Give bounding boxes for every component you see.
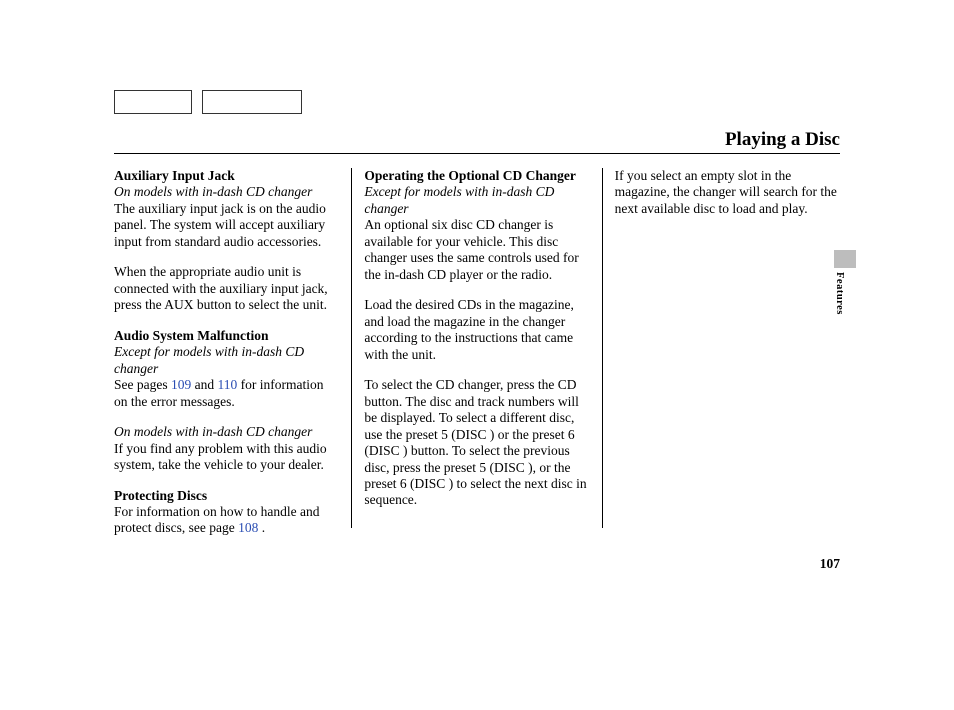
aux-jack-heading: Auxiliary Input Jack [114,168,339,184]
empty-slot-para: If you select an empty slot in the magaz… [615,168,840,217]
side-tab-features: Features [834,250,856,314]
optional-changer-heading: Operating the Optional CD Changer [364,168,589,184]
side-tab-block [834,250,856,268]
malfunction-para-2: If you find any problem with this audio … [114,441,339,474]
page-link-110[interactable]: 110 [217,377,237,392]
title-row: Playing a Disc [114,123,840,154]
page-number: 107 [820,556,840,572]
column-3: If you select an empty slot in the magaz… [602,168,840,528]
side-tab-label: Features [834,272,845,315]
content-columns: Auxiliary Input Jack On models with in-d… [114,168,840,528]
header-ghost-box-1 [114,90,192,114]
malfunction-heading: Audio System Malfunction [114,328,339,344]
optional-changer-note: Except for models with in-dash CD change… [364,184,589,217]
optional-changer-para-1: An optional six disc CD changer is avail… [364,217,589,283]
text-fragment: and [191,377,217,392]
page: Playing a Disc Auxiliary Input Jack On m… [0,0,954,710]
optional-changer-para-2: Load the desired CDs in the magazine, an… [364,297,589,363]
malfunction-note: Except for models with in-dash CD change… [114,344,339,377]
page-link-108[interactable]: 108 [238,520,258,535]
aux-jack-para-1: The auxiliary input jack is on the audio… [114,201,339,250]
malfunction-note-2: On models with in-dash CD changer [114,424,339,440]
header-ghost-boxes [114,90,302,114]
aux-jack-para-2: When the appropriate audio unit is conne… [114,264,339,313]
header-ghost-box-2 [202,90,302,114]
column-2: Operating the Optional CD Changer Except… [351,168,601,528]
text-fragment: For information on how to handle and pro… [114,504,319,535]
optional-changer-para-3: To select the CD changer, press the CD b… [364,377,589,509]
protecting-para: For information on how to handle and pro… [114,504,339,537]
protecting-heading: Protecting Discs [114,488,339,504]
text-fragment: . [258,520,265,535]
column-1: Auxiliary Input Jack On models with in-d… [114,168,351,528]
page-title: Playing a Disc [725,129,840,151]
text-fragment: See pages [114,377,171,392]
malfunction-para-1: See pages 109 and 110 for information on… [114,377,339,410]
aux-jack-note: On models with in-dash CD changer [114,184,339,200]
page-link-109[interactable]: 109 [171,377,191,392]
